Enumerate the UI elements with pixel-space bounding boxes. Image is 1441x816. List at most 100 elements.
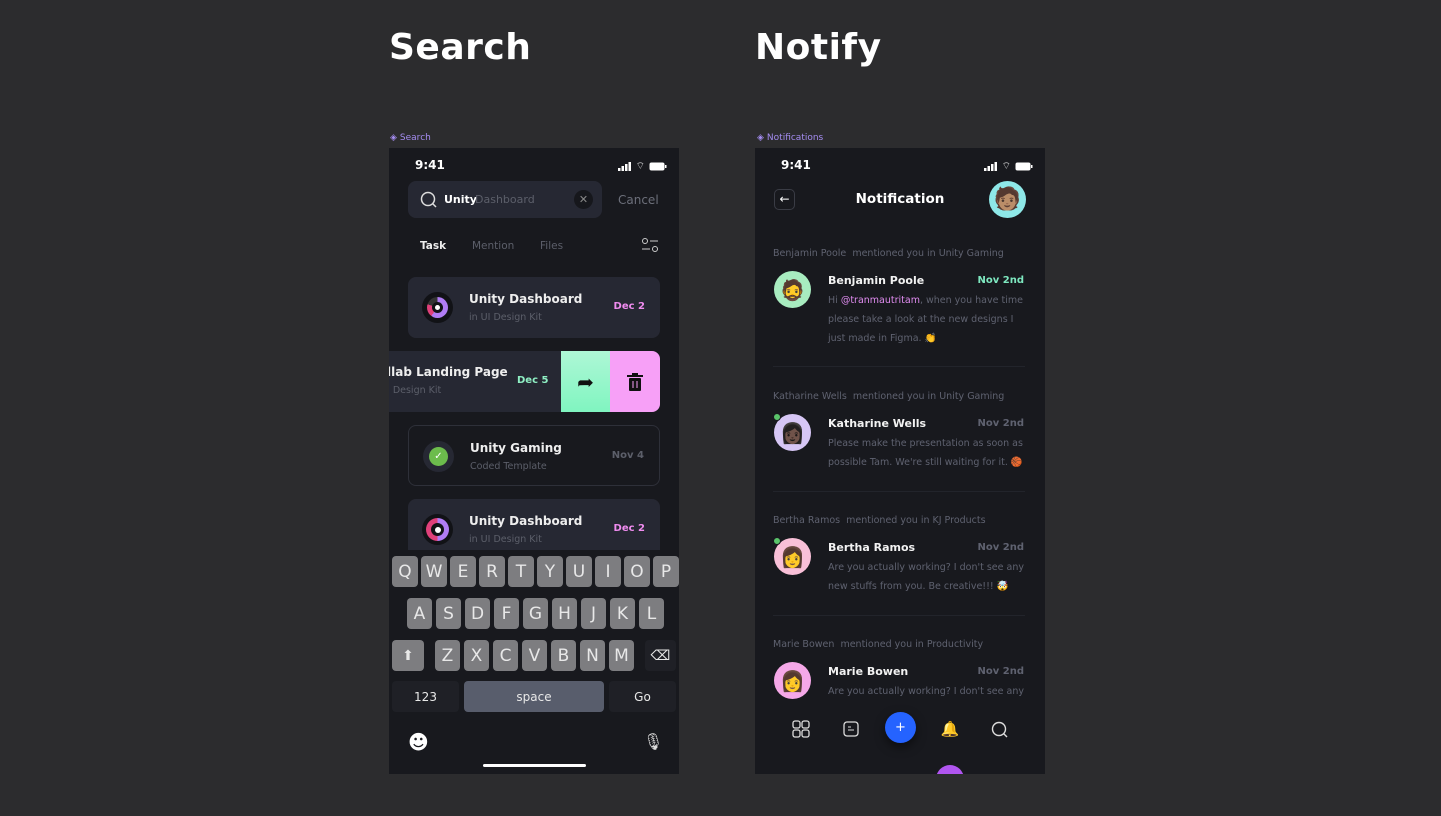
key-o[interactable]: O — [624, 556, 650, 587]
key-m[interactable]: M — [609, 640, 634, 671]
notification-header: Benjamin Poole mentioned you in Unity Ga… — [773, 248, 1004, 259]
key-a[interactable]: A — [407, 598, 432, 629]
filter-icon[interactable] — [641, 237, 659, 253]
plus-icon: + — [895, 720, 906, 735]
status-time: 9:41 — [415, 158, 445, 172]
key-y[interactable]: Y — [537, 556, 563, 587]
frame-label-notify: ◈ Notifications — [757, 133, 824, 143]
user-avatar[interactable]: 👩 — [773, 537, 811, 575]
key-j[interactable]: J — [581, 598, 606, 629]
key-r[interactable]: R — [479, 556, 505, 587]
check-circle-icon: ✓ — [423, 441, 454, 472]
result-card[interactable]: ✓ Unity Gaming Coded Template Nov 4 — [408, 425, 660, 486]
key-e[interactable]: E — [450, 556, 476, 587]
divider — [773, 491, 1025, 492]
tab-files[interactable]: Files — [540, 240, 563, 252]
notification-date: Nov 2nd — [977, 666, 1024, 677]
mention-link[interactable]: @tranmautritam — [841, 295, 920, 306]
cancel-button[interactable]: Cancel — [618, 193, 659, 207]
notification-sender: Marie Bowen — [828, 665, 909, 678]
clear-search-button[interactable]: ✕ — [574, 190, 593, 209]
search-input[interactable]: Unity Dashboard ✕ — [408, 181, 602, 218]
wifi-icon: ⌔ — [1001, 161, 1011, 172]
trash-icon — [627, 372, 643, 391]
notification-header: Katharine Wells mentioned you in Unity G… — [773, 391, 1005, 402]
key-i[interactable]: I — [595, 556, 621, 587]
battery-icon — [1015, 162, 1033, 171]
key-s[interactable]: S — [436, 598, 461, 629]
key-l[interactable]: L — [639, 598, 664, 629]
notification-message: Are you actually working? I don't see an… — [828, 562, 1024, 592]
notification-message: Hi @tranmautritam, when you have time pl… — [828, 295, 1023, 344]
key-w[interactable]: W — [421, 556, 447, 587]
key-v[interactable]: V — [522, 640, 547, 671]
backspace-icon: ⌫ — [650, 647, 671, 664]
key-f[interactable]: F — [494, 598, 519, 629]
user-avatar[interactable]: 👩 — [774, 662, 811, 699]
component-icon: ◈ — [390, 133, 397, 143]
search-screen: 9:41 ⌔ Unity Dashboard ✕ Cancel Task Men… — [389, 148, 679, 774]
document-icon[interactable] — [841, 719, 861, 739]
status-icons: ⌔ — [983, 160, 1033, 173]
notification-sender: Benjamin Poole — [828, 274, 925, 287]
notification-date: Nov 2nd — [977, 542, 1024, 553]
tab-mention[interactable]: Mention — [472, 240, 514, 252]
search-icon[interactable] — [989, 719, 1009, 739]
home-indicator — [483, 764, 586, 767]
space-key[interactable]: space — [464, 681, 604, 712]
key-k[interactable]: K — [610, 598, 635, 629]
progress-ring-icon — [422, 292, 453, 323]
key-c[interactable]: C — [493, 640, 518, 671]
status-icons: ⌔ — [617, 160, 667, 173]
backspace-key[interactable]: ⌫ — [645, 640, 676, 671]
notification-header: Marie Bowen mentioned you in Productivit… — [773, 639, 984, 650]
key-z[interactable]: Z — [435, 640, 460, 671]
signal-icon — [983, 162, 997, 171]
section-title-notify: Notify — [755, 27, 882, 68]
notification-date: Nov 2nd — [977, 275, 1024, 286]
key-g[interactable]: G — [523, 598, 548, 629]
search-query: Unity — [444, 193, 477, 206]
key-t[interactable]: T — [508, 556, 534, 587]
avatar-image: 🧔 — [780, 277, 805, 302]
user-avatar[interactable]: 🧔 — [774, 271, 811, 308]
share-icon: ➦ — [577, 369, 594, 394]
microphone-icon[interactable]: 🎙 — [643, 732, 663, 751]
signal-icon — [617, 162, 631, 171]
notification-date: Nov 2nd — [977, 418, 1024, 429]
grid-icon[interactable] — [791, 719, 811, 739]
online-indicator — [773, 413, 781, 421]
frame-label-search: ◈ Search — [390, 133, 431, 143]
add-button[interactable]: + — [885, 712, 916, 743]
delete-button[interactable] — [610, 351, 660, 412]
user-avatar[interactable]: 👩🏿 — [773, 413, 811, 451]
bell-icon[interactable]: 🔔 — [940, 719, 960, 739]
numbers-key[interactable]: 123 — [392, 681, 459, 712]
notification-sender: Bertha Ramos — [828, 541, 916, 554]
notification-screen: 9:41 ⌔ ← Notification 🧑🏽 Benjamin Poole … — [755, 148, 1045, 774]
shift-icon: ⬆ — [402, 647, 414, 664]
notification-header: Bertha Ramos mentioned you in KJ Product… — [773, 515, 986, 526]
key-p[interactable]: P — [653, 556, 679, 587]
tab-task[interactable]: Task — [420, 240, 446, 252]
active-tab-indicator — [936, 765, 964, 774]
result-card[interactable]: Unity Dashboard in UI Design Kit Dec 2 — [408, 277, 660, 338]
key-b[interactable]: B — [551, 640, 576, 671]
profile-avatar[interactable]: 🧑🏽 — [989, 181, 1026, 218]
section-title-search: Search — [389, 27, 532, 68]
shift-key[interactable]: ⬆ — [392, 640, 424, 671]
key-u[interactable]: U — [566, 556, 592, 587]
divider — [773, 615, 1025, 616]
search-suggestion: Dashboard — [475, 193, 535, 206]
key-d[interactable]: D — [465, 598, 490, 629]
notification-message: Please make the presentation as soon as … — [828, 438, 1023, 468]
share-button[interactable]: ➦ — [561, 351, 610, 412]
go-key[interactable]: Go — [609, 681, 676, 712]
emoji-icon[interactable]: ☻ — [408, 730, 429, 754]
key-q[interactable]: Q — [392, 556, 418, 587]
key-x[interactable]: X — [464, 640, 489, 671]
swiped-result-card[interactable]: llab Landing Page I Design Kit Dec 5 ➦ — [389, 351, 660, 412]
key-n[interactable]: N — [580, 640, 605, 671]
online-indicator — [773, 537, 781, 545]
key-h[interactable]: H — [552, 598, 577, 629]
